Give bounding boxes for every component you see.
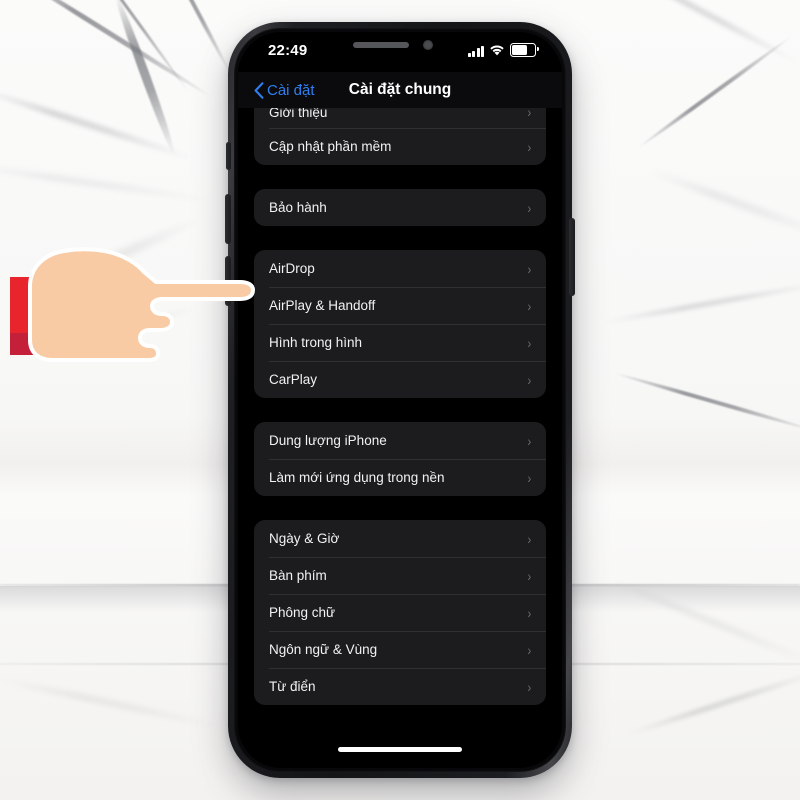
settings-row-l-m-m-i-ng-d-ng-trong-n-n[interactable]: Làm mới ứng dụng trong nền › (254, 459, 546, 496)
chevron-right-icon: › (527, 469, 532, 486)
settings-row-label: Giới thiệu (269, 108, 328, 120)
back-button-label: Cài đặt (267, 81, 315, 99)
chevron-right-icon: › (527, 138, 532, 155)
chevron-right-icon: › (527, 260, 532, 277)
settings-row-label: Hình trong hình (269, 335, 363, 350)
group-separator (254, 226, 546, 250)
settings-row-label: Bàn phím (269, 568, 327, 583)
storage-group: Dung lượng iPhone › Làm mới ứng dụng trong… (254, 422, 546, 496)
wifi-icon (490, 45, 504, 56)
chevron-right-icon: › (527, 567, 532, 584)
chevron-right-icon: › (527, 371, 532, 388)
back-button[interactable]: Cài đặt (254, 82, 315, 99)
chevron-left-icon (254, 81, 264, 99)
settings-row-c-p-nh-t-ph-n-m-m[interactable]: Cập nhật phần mềm › (254, 128, 546, 165)
settings-list[interactable]: Giới thiệu › Cập nhật phần mềm › Bảo hành › Ai… (238, 108, 562, 768)
settings-row-t-i-n[interactable]: Từ điển › (254, 668, 546, 705)
settings-row-label: Dung lượng iPhone (269, 433, 387, 448)
settings-row-gi-i-thi-u[interactable]: Giới thiệu › (254, 108, 546, 128)
about-group: Giới thiệu › Cập nhật phần mềm › (254, 108, 546, 165)
chevron-right-icon: › (527, 641, 532, 658)
group-separator (254, 398, 546, 422)
pointing-hand-cursor (10, 240, 255, 365)
home-indicator[interactable] (338, 747, 462, 752)
front-camera-icon (423, 40, 433, 50)
settings-row-carplay[interactable]: CarPlay › (254, 361, 546, 398)
settings-row-ph-ng-ch[interactable]: Phông chữ › (254, 594, 546, 631)
settings-row-ng-y-gi[interactable]: Ngày & Giờ › (254, 520, 546, 557)
settings-row-label: Ngôn ngữ & Vùng (269, 642, 378, 657)
chevron-right-icon: › (527, 530, 532, 547)
settings-row-b-n-ph-m[interactable]: Bàn phím › (254, 557, 546, 594)
settings-row-dung-l-ng-iphone[interactable]: Dung lượng iPhone › (254, 422, 546, 459)
phone-bezel: 22:49 Cài đặt Cài đặt chung Giới thiệu ›… (234, 28, 566, 772)
notch (315, 32, 485, 60)
settings-row-label: Bảo hành (269, 200, 327, 215)
localization-group: Ngày & Giờ › Bàn phím › Phông chữ › Ngôn ngữ &… (254, 520, 546, 705)
settings-row-ng-n-ng-v-ng[interactable]: Ngôn ngữ & Vùng › (254, 631, 546, 668)
settings-row-label: Phông chữ (269, 605, 336, 620)
earpiece-speaker-icon (353, 42, 409, 48)
settings-row-b-o-h-nh[interactable]: Bảo hành › (254, 189, 546, 226)
chevron-right-icon: › (527, 678, 532, 695)
mute-switch[interactable] (226, 142, 231, 170)
settings-row-label: Cập nhật phần mềm (269, 139, 392, 154)
settings-row-label: CarPlay (269, 372, 318, 387)
pointing-hand-icon (28, 247, 255, 362)
settings-row-label: Ngày & Giờ (269, 531, 340, 546)
warranty-group: Bảo hành › (254, 189, 546, 226)
phone-device: 22:49 Cài đặt Cài đặt chung Giới thiệu ›… (225, 22, 575, 778)
chevron-right-icon: › (527, 432, 532, 449)
settings-row-label: Làm mới ứng dụng trong nền (269, 470, 445, 485)
settings-row-label: Từ điển (269, 679, 316, 694)
group-separator (254, 496, 546, 520)
status-bar-indicators (467, 41, 539, 57)
settings-row-airplay-handoff[interactable]: AirPlay & Handoff › (254, 287, 546, 324)
battery-icon (510, 43, 539, 57)
chevron-right-icon: › (527, 334, 532, 351)
settings-row-label: AirPlay & Handoff (269, 298, 376, 313)
signal-bars-icon (467, 45, 484, 57)
power-button[interactable] (569, 218, 575, 296)
chevron-right-icon: › (527, 604, 532, 621)
phone-screen: 22:49 Cài đặt Cài đặt chung Giới thiệu ›… (238, 32, 562, 768)
volume-up-button[interactable] (225, 194, 231, 244)
navigation-bar: Cài đặt Cài đặt chung (238, 72, 562, 108)
chevron-right-icon: › (527, 199, 532, 216)
scene: 22:49 Cài đặt Cài đặt chung Giới thiệu ›… (0, 0, 800, 800)
settings-row-airdrop[interactable]: AirDrop › (254, 250, 546, 287)
chevron-right-icon: › (527, 108, 532, 120)
status-bar-time: 22:49 (268, 42, 308, 59)
settings-row-h-nh-trong-h-nh[interactable]: Hình trong hình › (254, 324, 546, 361)
status-bar: 22:49 (238, 32, 562, 72)
group-separator (254, 165, 546, 189)
connectivity-group: AirDrop › AirPlay & Handoff › Hình trong hìn… (254, 250, 546, 398)
chevron-right-icon: › (527, 297, 532, 314)
settings-row-label: AirDrop (269, 261, 315, 276)
